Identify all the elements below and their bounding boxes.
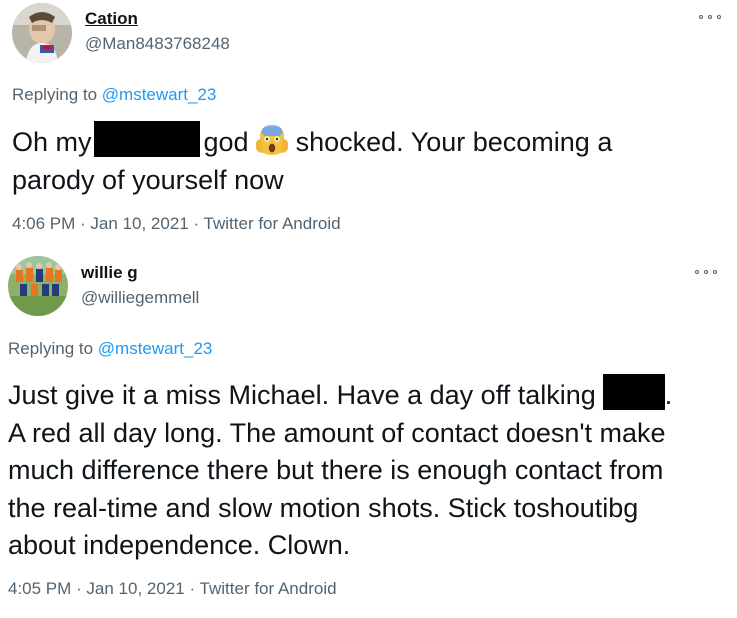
tweet-meta: 4:05 PM · Jan 10, 2021 · Twitter for And… <box>8 579 337 599</box>
display-name[interactable]: Cation <box>85 9 138 29</box>
meta-separator: · <box>71 579 87 598</box>
avatar[interactable] <box>12 3 72 63</box>
redaction-block <box>602 374 665 410</box>
more-horizontal-icon[interactable] <box>695 265 717 279</box>
more-horizontal-icon[interactable] <box>699 10 721 24</box>
tweet-text-line-3: much difference there but there is enoug… <box>8 455 664 485</box>
tweet-text-segment: Oh my <box>12 127 92 157</box>
tweet-source[interactable]: Twitter for Android <box>200 579 337 598</box>
user-handle[interactable]: @williegemmell <box>81 288 199 308</box>
tweet-text-segment: . <box>664 380 673 410</box>
redaction-block <box>93 121 200 157</box>
tweet-text-line-5: about independence. Clown. <box>8 530 351 560</box>
tweet-text-line-1: Oh my god shocked. Your becoming a <box>12 121 727 162</box>
avatar[interactable] <box>8 256 68 316</box>
display-name[interactable]: willie g <box>81 263 138 283</box>
tweet-2: willie g @williegemmell Replying to @mst… <box>0 250 737 615</box>
tweet-meta: 4:06 PM · Jan 10, 2021 · Twitter for And… <box>12 214 341 234</box>
tweet-date[interactable]: Jan 10, 2021 <box>90 214 188 233</box>
replying-to-label: Replying to <box>12 85 102 104</box>
face-screaming-in-fear-icon <box>256 123 289 157</box>
tweet-text-segment: shocked. Your becoming a <box>295 127 613 157</box>
tweet-time[interactable]: 4:05 PM <box>8 579 71 598</box>
meta-separator: · <box>75 214 91 233</box>
tweet-text-line-1: Just give it a miss Michael. Have a day … <box>8 374 733 415</box>
tweet-source[interactable]: Twitter for Android <box>204 214 341 233</box>
replying-to: Replying to @mstewart_23 <box>8 339 212 359</box>
tweet-text: Just give it a miss Michael. Have a day … <box>8 374 733 565</box>
mention-link[interactable]: @mstewart_23 <box>102 85 217 104</box>
tweet-text-segment: god <box>203 127 249 157</box>
tweet-1: Cation @Man8483768248 Replying to @mstew… <box>0 0 737 245</box>
replying-to-label: Replying to <box>8 339 98 358</box>
user-handle[interactable]: @Man8483768248 <box>85 34 230 54</box>
meta-separator: · <box>188 214 204 233</box>
tweet-text-line-2: parody of yourself now <box>12 164 284 195</box>
tweet-text-segment: Just give it a miss Michael. Have a day … <box>8 380 596 410</box>
tweet-text-line-4: the real-time and slow motion shots. Sti… <box>8 492 639 523</box>
meta-separator: · <box>184 579 200 598</box>
tweet-time[interactable]: 4:06 PM <box>12 214 75 233</box>
tweet-text-line-2: A red all day long. The amount of contac… <box>8 417 666 448</box>
tweet-text: Oh my god shocked. Your becoming a parody… <box>12 121 727 199</box>
mention-link[interactable]: @mstewart_23 <box>98 339 213 358</box>
replying-to: Replying to @mstewart_23 <box>12 85 216 105</box>
tweet-date[interactable]: Jan 10, 2021 <box>86 579 184 598</box>
